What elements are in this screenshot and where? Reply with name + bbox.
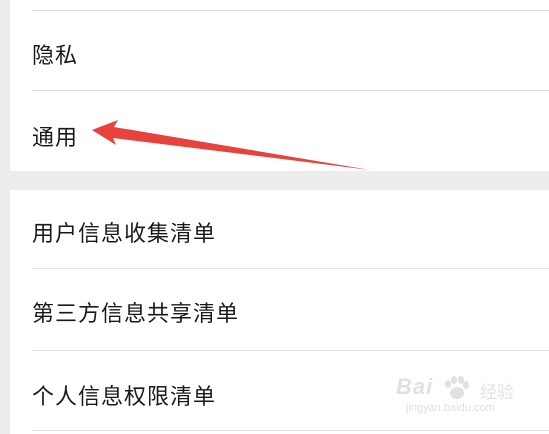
row-divider <box>32 430 549 431</box>
settings-item-general[interactable]: 通用 <box>10 91 549 171</box>
settings-item-label: 通用 <box>32 126 79 151</box>
settings-item-label: 个人信息权限清单 <box>32 385 217 410</box>
settings-item-label: 第三方信息共享清单 <box>32 302 240 327</box>
settings-group-1: 隐私 通用 <box>10 0 549 171</box>
settings-item-user-info-collection[interactable]: 用户信息收集清单 <box>10 190 549 268</box>
watermark-url: jingyan.baidu.com <box>406 402 495 414</box>
watermark-brand: Bai <box>396 374 434 399</box>
settings-screen: 隐私 通用 用户信息收集清单 第三方信息共享清单 个人信息权限清单 Bai 经验… <box>0 0 549 434</box>
settings-item-label: 用户信息收集清单 <box>32 222 217 247</box>
settings-item-label: 隐私 <box>32 44 79 69</box>
watermark: Bai 经验 jingyan.baidu.com <box>396 372 536 422</box>
watermark-sub: 经验 <box>480 383 514 403</box>
settings-item-third-party-sharing[interactable]: 第三方信息共享清单 <box>10 269 549 349</box>
left-edge <box>0 0 10 434</box>
paw-icon <box>445 376 469 399</box>
settings-item-privacy[interactable]: 隐私 <box>10 11 549 90</box>
